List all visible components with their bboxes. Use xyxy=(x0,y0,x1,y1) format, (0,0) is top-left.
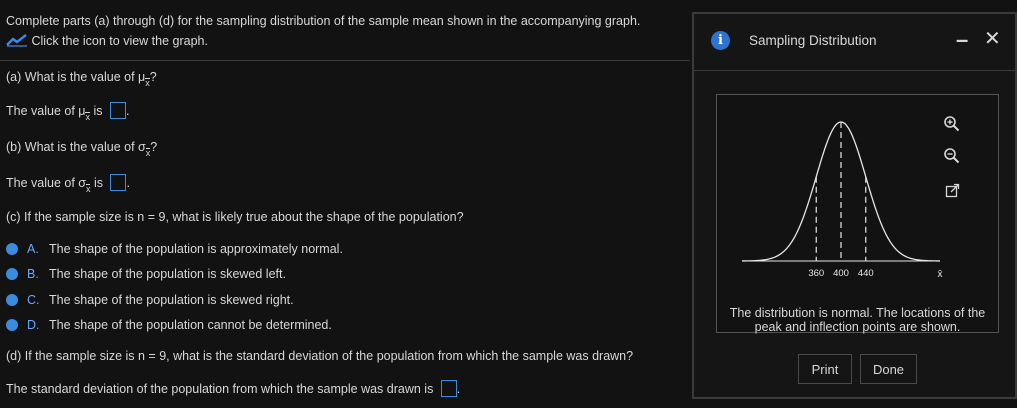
caption-line-2: peak and inflection points are shown. xyxy=(754,320,961,334)
xbar-subscript: x xyxy=(85,112,90,122)
radio-button[interactable] xyxy=(6,319,18,331)
part-a-question-text: What is the value of xyxy=(24,70,139,84)
part-b-answer: The value of σx is . xyxy=(6,174,130,194)
option-letter: D. xyxy=(27,318,40,332)
std-error-answer-input[interactable] xyxy=(110,174,127,191)
sampling-distribution-popup: i Sampling Distribution – ✕ 360 400 440 x̄ … xyxy=(692,12,1017,399)
minimize-icon[interactable]: – xyxy=(956,27,968,53)
graph-link-text[interactable]: Click the icon to view the graph. xyxy=(31,34,207,48)
info-icon: i xyxy=(711,31,730,50)
graph-icon[interactable] xyxy=(6,33,28,47)
part-a-answer: The value of μx is . xyxy=(6,102,130,122)
divider xyxy=(0,60,690,61)
zoom-in-icon[interactable] xyxy=(943,115,961,133)
population-sd-answer-input[interactable] xyxy=(440,380,457,397)
zoom-out-icon[interactable] xyxy=(943,147,961,165)
part-b-label: (b) xyxy=(6,140,22,154)
option-text[interactable]: The shape of the population is approxima… xyxy=(49,242,343,256)
part-a-question: (a) What is the value of μx? xyxy=(6,70,157,88)
intro-text: Complete parts (a) through (d) for the s… xyxy=(6,14,641,28)
x-tick-label: 360 xyxy=(808,268,824,279)
xbar-subscript: x xyxy=(145,148,151,158)
part-a-answer-is: is xyxy=(89,104,106,118)
part-b-period: . xyxy=(126,176,130,190)
radio-button[interactable] xyxy=(6,294,18,306)
part-d-label: (d) xyxy=(6,349,22,363)
x-tick-label: 440 xyxy=(858,268,874,279)
caption-line-1: The distribution is normal. The location… xyxy=(729,306,986,320)
xbar-subscript: x xyxy=(85,184,91,194)
done-button[interactable]: Done xyxy=(860,354,917,384)
mean-answer-input[interactable] xyxy=(109,102,126,119)
part-d-question: (d) If the sample size is n = 9, what is… xyxy=(6,349,633,363)
option-text[interactable]: The shape of the population is skewed le… xyxy=(49,267,286,281)
close-icon[interactable]: ✕ xyxy=(984,26,1001,51)
option-letter: A. xyxy=(27,242,39,256)
sigma-symbol: σ xyxy=(78,176,86,190)
part-c-question-text: If the sample size is n = 9, what is lik… xyxy=(20,210,464,224)
part-b-question-mark: ? xyxy=(150,140,158,154)
graph-link[interactable]: Click the icon to view the graph. xyxy=(6,33,208,48)
part-b-question: (b) What is the value of σx? xyxy=(6,140,158,158)
part-a-answer-text: The value of xyxy=(6,104,79,118)
part-b-question-text: What is the value of xyxy=(24,140,139,154)
radio-button[interactable] xyxy=(6,243,18,255)
option-letter: B. xyxy=(27,267,39,281)
part-d-question-text: If the sample size is n = 9, what is the… xyxy=(21,349,634,363)
part-d-answer: The standard deviation of the population… xyxy=(6,380,460,397)
sigma-symbol: σ xyxy=(138,140,146,154)
part-b-answer-text: The value of xyxy=(6,176,79,190)
part-c-label: (c) xyxy=(6,210,21,224)
popup-header: i Sampling Distribution – ✕ xyxy=(694,14,1015,71)
option-letter: C. xyxy=(27,293,40,307)
radio-button[interactable] xyxy=(6,268,18,280)
part-d-answer-text: The standard deviation of the population… xyxy=(6,382,437,396)
print-button[interactable]: Print xyxy=(798,354,852,384)
part-a-question-mark: ? xyxy=(149,70,157,84)
popout-icon[interactable] xyxy=(945,183,960,198)
part-c-question: (c) If the sample size is n = 9, what is… xyxy=(6,210,464,224)
x-tick-label: 400 xyxy=(833,268,849,279)
part-a-period: . xyxy=(125,104,130,118)
part-d-period: . xyxy=(456,382,461,396)
graph-caption: The distribution is normal. The location… xyxy=(723,306,992,334)
x-axis-label: x̄ xyxy=(938,269,943,280)
part-a-label: (a) xyxy=(6,70,22,84)
graph-container: 360 400 440 x̄ The distribution is normal. … xyxy=(716,94,999,334)
option-text[interactable]: The shape of the population is skewed ri… xyxy=(49,293,294,307)
xbar-subscript: x xyxy=(145,78,150,88)
popup-title: Sampling Distribution xyxy=(749,33,877,48)
part-b-answer-is: is xyxy=(90,176,107,190)
option-text[interactable]: The shape of the population cannot be de… xyxy=(49,318,332,332)
